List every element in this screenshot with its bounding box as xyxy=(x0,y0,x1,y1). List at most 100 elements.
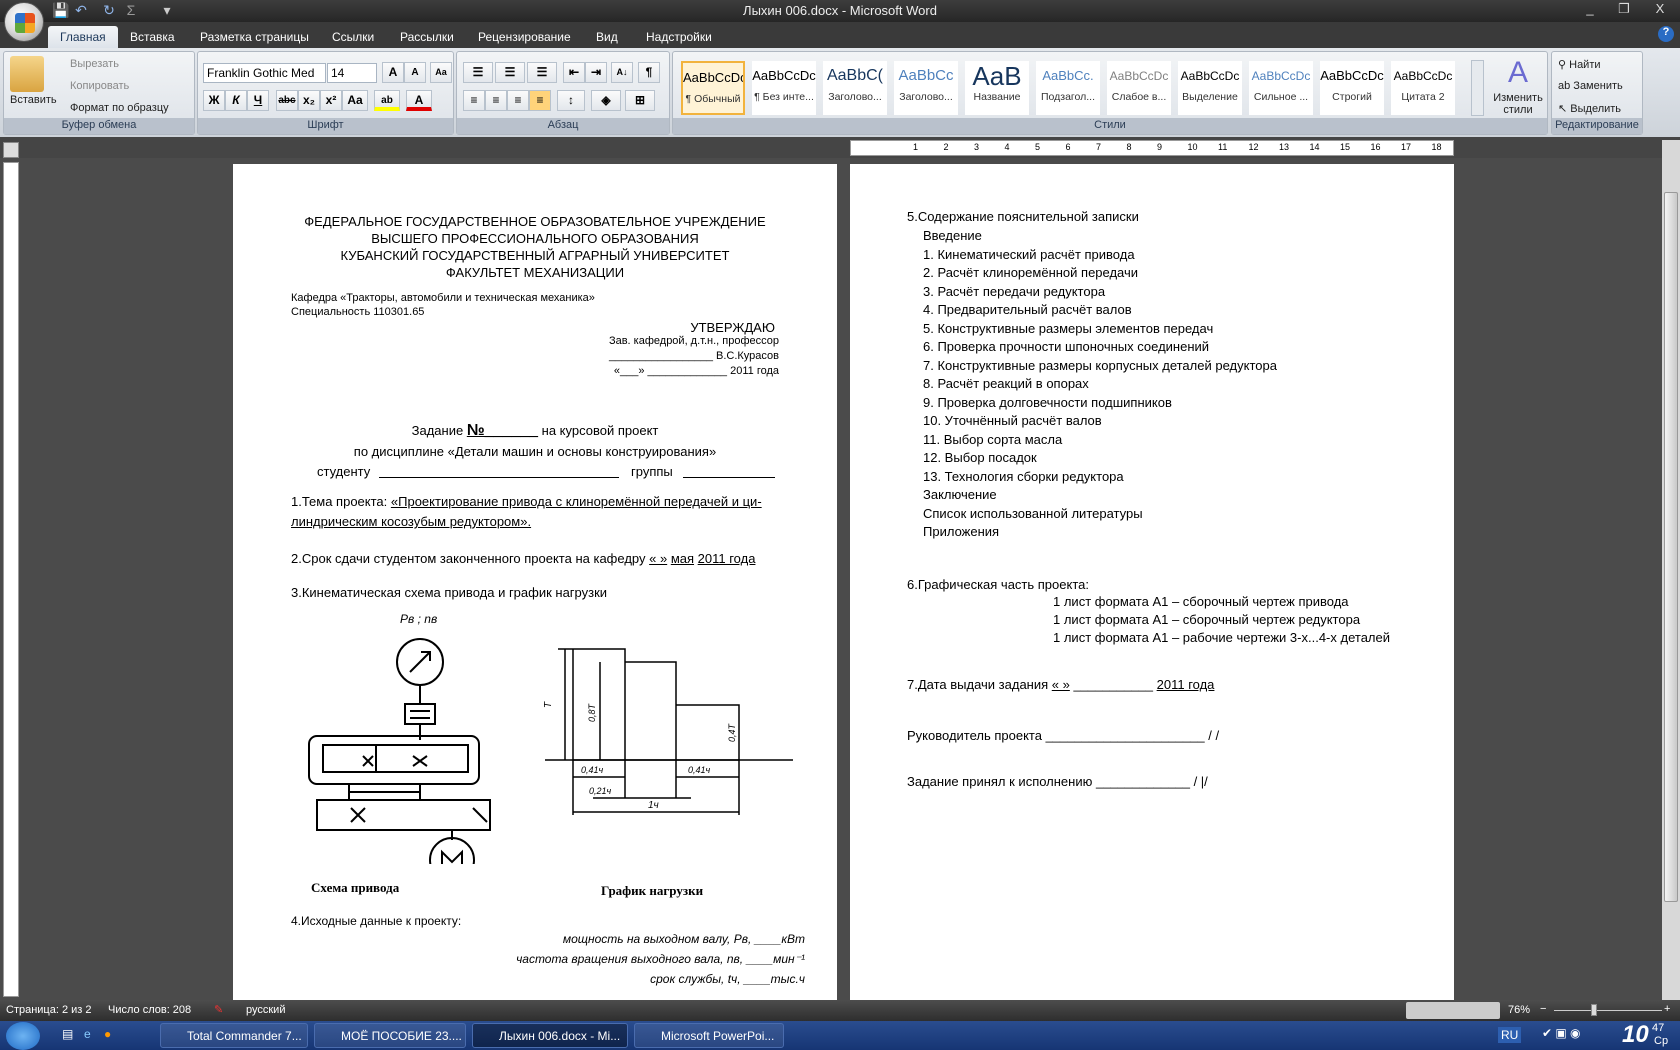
horizontal-ruler[interactable]: 1 2 3 4 5 6 7 8 9 10 11 12 13 14 15 16 17 18 xyxy=(850,140,1454,156)
clock-hour[interactable]: 10 xyxy=(1622,1021,1649,1049)
office-button[interactable] xyxy=(4,2,44,42)
tab-review[interactable]: Рецензирование xyxy=(466,26,583,48)
show-marks-button[interactable]: ¶ xyxy=(638,62,660,83)
shrink-font-button[interactable]: A xyxy=(404,62,426,83)
zoom-slider[interactable] xyxy=(1554,1010,1662,1011)
style-item[interactable]: AaB Название xyxy=(965,61,1029,115)
align-right-icon[interactable]: ≡ xyxy=(507,90,529,111)
sort-button[interactable]: А↓ xyxy=(611,62,633,83)
redo-icon[interactable]: ↻ xyxy=(100,2,118,19)
grow-font-button[interactable]: A xyxy=(382,62,404,83)
proofing-icon[interactable]: ✎ xyxy=(214,1003,223,1016)
subscript-button[interactable]: x₂ xyxy=(298,90,320,111)
tab-page-layout[interactable]: Разметка страницы xyxy=(188,26,321,48)
numbering-icon[interactable]: ☰ xyxy=(495,62,525,83)
align-center-icon[interactable]: ≡ xyxy=(485,90,507,111)
tab-view[interactable]: Вид xyxy=(584,26,630,48)
change-styles-button[interactable]: Изменить стили xyxy=(1491,92,1545,116)
style-item[interactable]: AaBbCcDc Цитата 2 xyxy=(1391,61,1455,115)
view-buttons[interactable] xyxy=(1406,1002,1500,1019)
font-color-button[interactable]: A xyxy=(406,90,432,111)
clear-format-button[interactable]: Aa xyxy=(430,62,452,83)
zoom-level[interactable]: 76% xyxy=(1508,1004,1530,1016)
zoom-out-button[interactable]: − xyxy=(1540,1003,1546,1015)
vertical-ruler[interactable] xyxy=(3,162,19,997)
undo-icon[interactable]: ↶ xyxy=(72,2,90,19)
style-item[interactable]: AaBbCcDc ¶ Обычный xyxy=(681,61,745,115)
italic-button[interactable]: К xyxy=(225,90,247,111)
zoom-slider-thumb[interactable] xyxy=(1590,1004,1597,1016)
font-size-select[interactable]: 14 xyxy=(327,63,377,83)
bold-button[interactable]: Ж xyxy=(203,90,225,111)
select-button[interactable]: ↖ Выделить xyxy=(1558,102,1621,115)
underline-button[interactable]: Ч xyxy=(247,90,269,111)
replace-button[interactable]: ab Заменить xyxy=(1558,80,1623,92)
param-lifetime: срок службы, tч, ____тыс.ч xyxy=(650,972,805,986)
increase-indent-icon[interactable]: ⇥ xyxy=(585,62,607,83)
highlight-button[interactable]: ab xyxy=(374,90,400,111)
font-name-select[interactable]: Franklin Gothic Med xyxy=(203,63,326,83)
paste-button[interactable]: Вставить xyxy=(10,94,57,106)
paste-icon[interactable] xyxy=(10,56,44,92)
header-line: ФАКУЛЬТЕТ МЕХАНИЗАЦИИ xyxy=(445,265,625,280)
style-item[interactable]: AaBbC(Заголово... xyxy=(823,61,887,115)
student-line[interactable] xyxy=(379,477,619,478)
scrollbar-thumb[interactable] xyxy=(1664,192,1678,902)
tray-icons[interactable]: ✔ ▣ ◉ xyxy=(1542,1026,1581,1040)
gallery-scroll[interactable] xyxy=(1471,60,1484,116)
page-1[interactable]: ФЕДЕРАЛЬНОЕ ГОСУДАРСТВЕННОЕ ОБРАЗОВАТЕЛЬ… xyxy=(233,164,837,1000)
justify-icon[interactable]: ≡ xyxy=(529,90,551,111)
style-item[interactable]: AaBbCcDc Выделение xyxy=(1178,61,1242,115)
sum-icon[interactable]: Σ xyxy=(122,2,140,19)
line-spacing-icon[interactable]: ↕ xyxy=(557,90,585,111)
copy-button[interactable]: Копировать xyxy=(70,80,129,92)
ruler-toggle-button[interactable] xyxy=(3,142,19,158)
align-left-icon[interactable]: ≡ xyxy=(463,90,485,111)
change-case-button[interactable]: Aa xyxy=(342,90,368,111)
page-2[interactable]: 5.Содержание пояснительной записки Введе… xyxy=(850,164,1454,1000)
word-count[interactable]: Число слов: 208 xyxy=(108,1004,191,1016)
style-item[interactable]: AaBbCcDc Сильное ... xyxy=(1249,61,1313,115)
tab-insert[interactable]: Вставка xyxy=(118,26,187,48)
group-line[interactable] xyxy=(683,477,775,478)
language[interactable]: русский xyxy=(246,1004,285,1016)
multilevel-list-icon[interactable]: ☰ xyxy=(527,62,557,83)
find-button[interactable]: ⚲ Найти xyxy=(1558,58,1601,71)
ie-icon[interactable]: e xyxy=(84,1027,91,1041)
strikethrough-button[interactable]: abc xyxy=(276,90,298,111)
style-item[interactable]: AaBbCc Заголово... xyxy=(894,61,958,115)
format-painter-button[interactable]: Формат по образцу xyxy=(70,102,169,114)
language-indicator[interactable]: RU xyxy=(1498,1027,1522,1043)
style-item[interactable]: AaBbCcDc ¶ Без инте... xyxy=(752,61,816,115)
task-total-commander[interactable]: Total Commander 7... xyxy=(160,1023,308,1048)
page-count[interactable]: Страница: 2 из 2 xyxy=(6,1004,92,1016)
vertical-scrollbar[interactable] xyxy=(1662,140,1680,1000)
superscript-button[interactable]: x² xyxy=(320,90,342,111)
browser-icon[interactable]: ● xyxy=(104,1027,111,1041)
group-label: группы xyxy=(631,464,673,479)
save-icon[interactable]: 💾 xyxy=(52,2,70,19)
borders-icon[interactable]: ⊞ xyxy=(625,90,655,111)
tab-references[interactable]: Ссылки xyxy=(320,26,386,48)
restore-button[interactable]: ❐ xyxy=(1610,1,1638,17)
quicklaunch-icon[interactable]: ▤ xyxy=(62,1027,73,1041)
task-posobie[interactable]: МОЁ ПОСОБИЕ 23.... xyxy=(314,1023,466,1048)
style-item[interactable]: AaBbCc. Подзагол... xyxy=(1036,61,1100,115)
task-word[interactable]: Лыхин 006.docx - Mi... xyxy=(472,1023,628,1048)
customize-qat-icon[interactable]: ▾ xyxy=(158,2,176,19)
cut-button[interactable]: Вырезать xyxy=(70,58,119,70)
close-button[interactable]: X xyxy=(1646,1,1674,16)
help-icon[interactable]: ? xyxy=(1658,26,1674,42)
style-item[interactable]: AaBbCcDc Слабое в... xyxy=(1107,61,1171,115)
minimize-button[interactable]: _ xyxy=(1576,1,1604,16)
decrease-indent-icon[interactable]: ⇤ xyxy=(563,62,585,83)
tab-mailings[interactable]: Рассылки xyxy=(388,26,466,48)
zoom-in-button[interactable]: + xyxy=(1664,1003,1670,1015)
tab-addins[interactable]: Надстройки xyxy=(634,26,724,48)
bullets-icon[interactable]: ☰ xyxy=(463,62,493,83)
start-button[interactable] xyxy=(6,1022,40,1050)
style-item[interactable]: AaBbCcDc Строгий xyxy=(1320,61,1384,115)
task-powerpoint[interactable]: Microsoft PowerPoi... xyxy=(634,1023,784,1048)
tab-home[interactable]: Главная xyxy=(48,26,118,48)
shading-icon[interactable]: ◈ xyxy=(591,90,621,111)
